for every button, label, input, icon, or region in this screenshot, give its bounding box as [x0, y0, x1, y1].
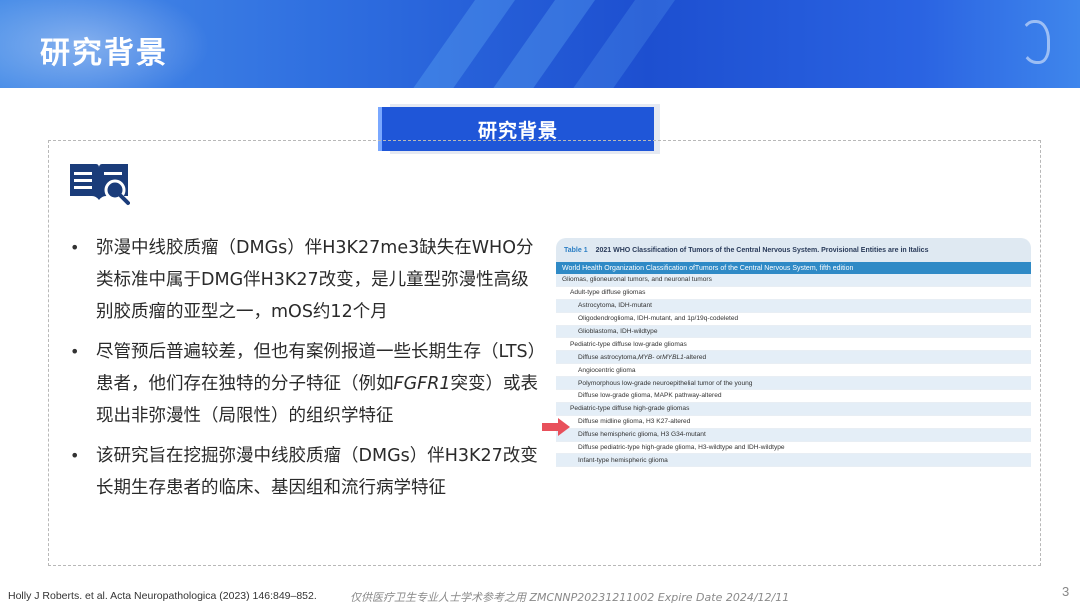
table-caption: Table 1 2021 WHO Classification of Tumor… [556, 238, 1031, 262]
table-row: Gliomas, glioneuronal tumors, and neuron… [556, 274, 1031, 287]
table-row: Diffuse hemispheric glioma, H3 G34-mutan… [556, 428, 1031, 442]
table-row: Diffuse pediatric-type high-grade glioma… [556, 442, 1031, 455]
page-number: 3 [1062, 584, 1070, 599]
bullet-item: 尽管预后普遍较差，但也有案例报道一些长期生存（LTS）患者，他们存在独特的分子特… [68, 336, 538, 432]
table-row: Diffuse midline glioma, H3 K27-altered [556, 416, 1031, 429]
header-banner: 研究背景 [0, 0, 1080, 88]
table-row: Diffuse low-grade glioma, MAPK pathway-a… [556, 390, 1031, 403]
page-title: 研究背景 [40, 36, 168, 71]
table-row: Infant-type hemispheric glioma [556, 454, 1031, 468]
table-body: Gliomas, glioneuronal tumors, and neuron… [556, 274, 1031, 468]
table-row: Adult-type diffuse gliomas [556, 287, 1031, 300]
table-row: Diffuse astrocytoma, MYB - or MYBL1 -alter… [556, 351, 1031, 365]
table-row: Angiocentric glioma [556, 364, 1031, 378]
citation: Holly J Roberts. et al. Acta Neuropathol… [8, 590, 317, 602]
table-row: Astrocytoma, IDH-mutant [556, 299, 1031, 313]
table-subheader: World Health Organization Classification… [556, 262, 1031, 274]
table-row: Polymorphous low-grade neuroepithelial t… [556, 377, 1031, 391]
ear-icon [1020, 20, 1050, 64]
highlight-arrow-icon [542, 418, 570, 436]
bullet-item: 弥漫中线胶质瘤（DMGs）伴H3K27me3缺失在WHO分类标准中属于DMG伴H… [68, 232, 538, 328]
bullet-list: 弥漫中线胶质瘤（DMGs）伴H3K27me3缺失在WHO分类标准中属于DMG伴H… [68, 232, 538, 512]
table-row: Glioblastoma, IDH-wildtype [556, 325, 1031, 339]
bullet-item: 该研究旨在挖掘弥漫中线胶质瘤（DMGs）伴H3K27改变长期生存患者的临床、基因… [68, 440, 538, 504]
who-classification-table: Table 1 2021 WHO Classification of Tumor… [556, 238, 1031, 474]
table-row: Pediatric-type diffuse high-grade glioma… [556, 402, 1031, 416]
table-row: Pediatric-type diffuse low-grade gliomas [556, 338, 1031, 352]
book-search-icon [70, 164, 130, 205]
table-row: Oligodendroglioma, IDH-mutant, and 1p/19… [556, 313, 1031, 326]
disclaimer-note: 仅供医疗卫生专业人士学术参考之用 ZMCNNP20231211002 Expir… [350, 591, 790, 604]
